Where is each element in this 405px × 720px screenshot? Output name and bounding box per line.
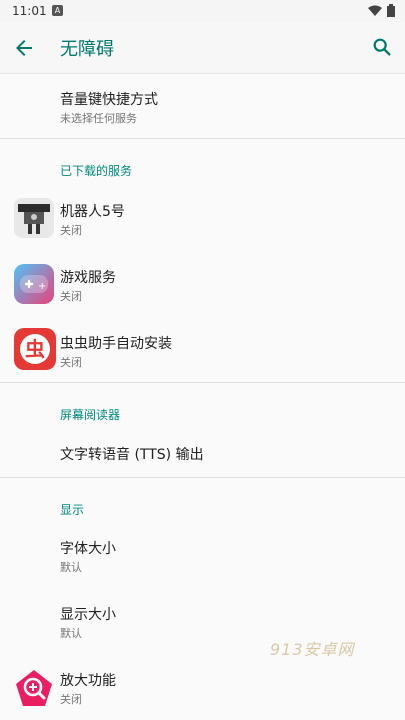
robot-app-icon [14,198,54,238]
service-status: 关闭 [60,290,82,303]
section-header-downloaded: 已下载的服务 [60,164,133,178]
display-size-title: 显示大小 [60,607,116,623]
section-header-screen-reader: 屏幕阅读器 [60,408,121,422]
section-header-display: 显示 [60,503,85,517]
watermark: 913安卓网 [270,640,355,659]
service-title: 虫虫助手自动安装 [60,336,172,352]
volume-shortcut-subtitle: 未选择任何服务 [60,112,137,125]
volume-shortcut-item[interactable]: 音量键快捷方式 未选择任何服务 [0,74,405,138]
system-icons [368,4,395,17]
battery-icon [387,4,395,17]
wifi-icon [368,5,382,16]
volume-shortcut-title: 音量键快捷方式 [60,92,158,108]
magnification-title: 放大功能 [60,673,116,689]
divider [0,477,405,478]
font-size-value: 默认 [60,561,82,574]
back-arrow-icon[interactable] [12,36,36,60]
svg-text:+: + [38,281,46,292]
status-time: 11:01 [12,4,47,18]
service-status: 关闭 [60,224,82,237]
page-title: 无障碍 [60,39,114,60]
font-size-item[interactable]: 字体大小 默认 [0,526,405,590]
font-size-title: 字体大小 [60,541,116,557]
notification-icon: A [52,5,63,16]
magnifier-app-icon [14,668,54,708]
service-status: 关闭 [60,356,82,369]
search-icon[interactable] [371,36,393,58]
game-controller-app-icon: + [14,264,54,304]
tts-output-item[interactable]: 文字转语音 (TTS) 输出 [0,430,405,476]
service-item-robot[interactable]: 机器人5号 关闭 [0,188,405,252]
status-bar: 11:01 A [0,0,405,22]
display-size-value: 默认 [60,627,82,640]
chongchong-logo: 虫 [20,334,50,364]
service-title: 机器人5号 [60,204,125,220]
tts-output-title: 文字转语音 (TTS) 输出 [60,447,204,463]
divider [0,382,405,383]
service-title: 游戏服务 [60,270,116,286]
app-bar: 无障碍 [0,22,405,74]
magnification-item[interactable]: 放大功能 关闭 [0,658,405,720]
service-item-game[interactable]: + 游戏服务 关闭 [0,254,405,318]
chongchong-app-icon: 虫 [14,328,56,370]
divider [0,138,405,139]
magnification-status: 关闭 [60,693,82,706]
service-item-chongchong[interactable]: 虫 虫虫助手自动安装 关闭 [0,320,405,384]
